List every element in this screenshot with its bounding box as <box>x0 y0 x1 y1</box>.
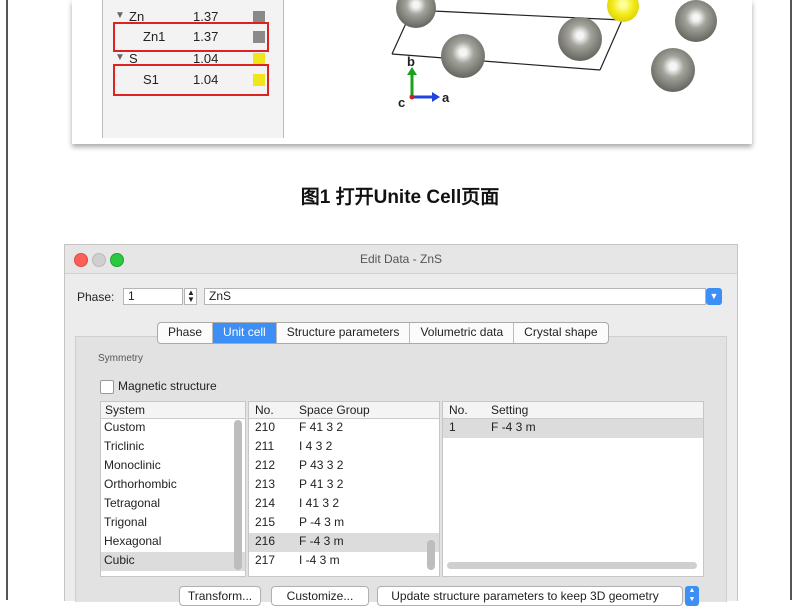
system-list-scrollbar[interactable] <box>234 420 242 570</box>
table-row[interactable]: 214 I 41 3 2 <box>249 495 439 514</box>
axis-indicator: b c a <box>398 55 450 110</box>
system-name: Trigonal <box>104 515 147 529</box>
system-name: Triclinic <box>104 439 145 453</box>
space-group-no: 211 <box>255 439 275 453</box>
tab-unit-cell[interactable]: Unit cell <box>213 323 277 343</box>
list-header: No. Space Group <box>249 402 439 419</box>
axis-label-b: b <box>407 55 415 69</box>
system-name: Hexagonal <box>104 534 162 548</box>
magnetic-structure-checkbox[interactable] <box>100 380 114 394</box>
table-row-selected[interactable]: 1 F -4 3 m <box>443 419 703 438</box>
tab-volumetric-data[interactable]: Volumetric data <box>410 323 515 343</box>
phase-number-field[interactable]: 1 <box>123 288 183 305</box>
setting-no: 1 <box>449 420 456 434</box>
list-item[interactable]: Hexagonal <box>101 533 245 552</box>
table-row[interactable]: 210 F 41 3 2 <box>249 419 439 438</box>
list-header: No. Setting <box>443 402 703 419</box>
left-frame-border <box>6 0 8 600</box>
top-screenshot: ▼ Zn 1.37 Zn1 1.37 ▼ S 1.04 S1 1.04 b c … <box>72 0 752 144</box>
space-group-name: P 41 3 2 <box>299 477 344 491</box>
customize-button[interactable]: Customize... <box>271 586 369 606</box>
table-row[interactable]: 213 P 41 3 2 <box>249 476 439 495</box>
space-group-no: 217 <box>255 553 276 567</box>
tab-phase[interactable]: Phase <box>158 323 214 343</box>
expand-arrow-icon[interactable]: ▼ <box>115 52 125 63</box>
list-item[interactable]: Trigonal <box>101 514 245 533</box>
dropdown-arrow-icon[interactable]: ▼ <box>706 288 722 305</box>
space-group-name: I 41 3 2 <box>299 496 340 510</box>
highlight-box-s1 <box>113 64 269 96</box>
system-column-header: System <box>105 403 146 417</box>
system-name: Orthorhombic <box>104 477 177 491</box>
magnetic-structure-label: Magnetic structure <box>118 379 217 393</box>
right-frame-border <box>790 0 792 600</box>
table-row[interactable]: 211 I 4 3 2 <box>249 438 439 457</box>
select-stepper-icon[interactable]: ▲ ▼ <box>685 586 699 606</box>
phase-name-select[interactable]: ZnS <box>204 288 706 305</box>
setting-list[interactable]: No. Setting 1 F -4 3 m <box>442 401 704 577</box>
list-item[interactable]: Custom <box>101 419 245 438</box>
list-item[interactable]: Tetragonal <box>101 495 245 514</box>
system-name: Tetragonal <box>104 496 161 510</box>
setting-name: F -4 3 m <box>491 420 536 434</box>
figure-caption: 图1 打开Unite Cell页面 <box>300 187 500 208</box>
space-group-column-header: Space Group <box>299 403 370 417</box>
axis-label-c: c <box>398 95 405 110</box>
tab-bar: Phase Unit cell Structure parameters Volume… <box>157 322 609 344</box>
horizontal-scrollbar[interactable] <box>447 562 697 569</box>
space-group-no: 215 <box>255 515 276 529</box>
atom-tree-panel: ▼ Zn 1.37 Zn1 1.37 ▼ S 1.04 S1 1.04 <box>102 0 284 138</box>
space-group-name: I 4 3 2 <box>299 439 333 453</box>
zn-atom <box>675 0 717 42</box>
symmetry-group-label: Symmetry <box>98 353 143 364</box>
tab-crystal-shape[interactable]: Crystal shape <box>514 323 607 343</box>
space-group-list[interactable]: No. Space Group 210 F 41 3 2 211 I 4 3 2 2… <box>248 401 440 577</box>
system-name: Cubic <box>104 553 135 567</box>
space-group-no: 212 <box>255 458 276 472</box>
space-group-no: 216 <box>255 534 276 548</box>
zn-atom <box>651 48 695 92</box>
axis-label-a: a <box>442 90 450 105</box>
crystal-system-list[interactable]: System Custom Triclinic Monoclinic Ortho… <box>100 401 246 577</box>
space-group-no: 214 <box>255 496 276 510</box>
table-row[interactable]: 212 P 43 3 2 <box>249 457 439 476</box>
table-row[interactable]: 215 P -4 3 m <box>249 514 439 533</box>
unit-cell-tab-panel: Symmetry Magnetic structure System Custo… <box>75 336 727 602</box>
expand-arrow-icon[interactable]: ▼ <box>115 10 125 21</box>
list-item[interactable]: Monoclinic <box>101 457 245 476</box>
setting-column-header: Setting <box>491 403 529 417</box>
space-group-name: F -4 3 m <box>299 534 344 548</box>
setting-no-column-header: No. <box>449 403 468 417</box>
window-title: Edit Data - ZnS <box>359 252 443 266</box>
table-row-selected[interactable]: 216 F -4 3 m <box>249 533 439 552</box>
highlight-box-zn1 <box>113 22 269 52</box>
title-bar[interactable]: Edit Data - ZnS <box>65 245 737 274</box>
tab-structure-parameters[interactable]: Structure parameters <box>277 323 411 343</box>
list-item[interactable]: Triclinic <box>101 438 245 457</box>
list-item-selected[interactable]: Cubic <box>101 552 245 571</box>
phase-label: Phase: <box>77 290 115 304</box>
space-group-no: 210 <box>255 420 276 434</box>
list-header: System <box>101 402 245 419</box>
zn-atom <box>558 17 602 61</box>
space-group-no: 213 <box>255 477 276 491</box>
system-name: Custom <box>104 420 146 434</box>
table-row[interactable]: 217 I -4 3 m <box>249 552 439 571</box>
update-structure-select[interactable]: Update structure parameters to keep 3D g… <box>377 586 683 606</box>
system-name: Monoclinic <box>104 458 161 472</box>
list-item[interactable]: Orthorhombic <box>101 476 245 495</box>
space-group-name: P -4 3 m <box>299 515 345 529</box>
transform-button[interactable]: Transform... <box>179 586 261 606</box>
space-group-name: P 43 3 2 <box>299 458 344 472</box>
space-group-scrollbar[interactable] <box>427 540 435 570</box>
edit-data-dialog: Edit Data - ZnS Phase: 1 ▲ ▼ ZnS ▼ Symmet… <box>64 244 738 606</box>
space-group-name: F 41 3 2 <box>299 420 344 434</box>
structure-viewer[interactable]: b c a <box>302 0 742 140</box>
space-group-name: I -4 3 m <box>299 553 340 567</box>
phase-stepper[interactable]: ▲ ▼ <box>184 288 197 305</box>
no-column-header: No. <box>255 403 274 417</box>
